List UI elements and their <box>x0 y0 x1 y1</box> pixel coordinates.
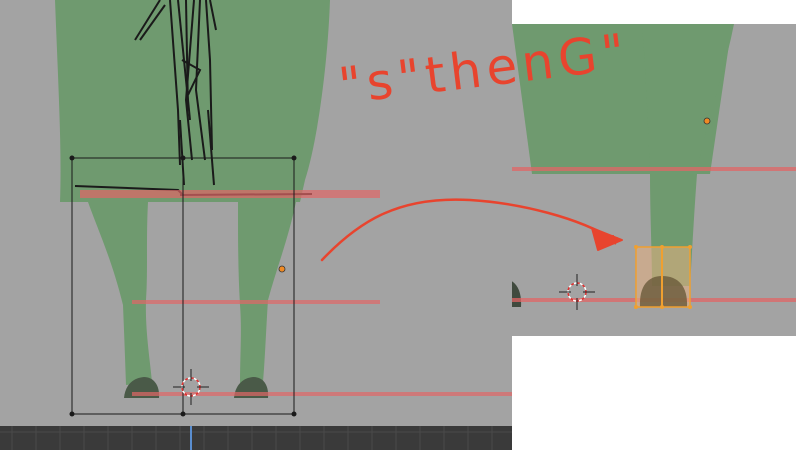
timeline-bar[interactable] <box>0 426 512 450</box>
object-origin-icon-zoomed[interactable] <box>703 117 711 125</box>
character-left-hoof-zoomed <box>512 281 522 307</box>
right-viewport-canvas[interactable] <box>512 24 796 336</box>
left-3d-viewport[interactable] <box>0 0 512 426</box>
selected-bone-box[interactable] <box>634 245 692 309</box>
timeline-grid[interactable] <box>0 426 512 450</box>
3d-cursor-icon-zoomed[interactable] <box>559 274 595 310</box>
3d-cursor-icon[interactable] <box>173 369 209 405</box>
reference-line-middle <box>132 300 380 304</box>
reference-line-top <box>80 190 380 198</box>
object-origin-icon[interactable] <box>278 265 286 273</box>
right-3d-viewport[interactable] <box>512 24 796 336</box>
character-right-leg <box>238 202 296 385</box>
character-left-leg <box>88 202 152 385</box>
reference-line-upper-zoomed <box>512 167 796 171</box>
left-viewport-canvas[interactable] <box>0 0 512 426</box>
